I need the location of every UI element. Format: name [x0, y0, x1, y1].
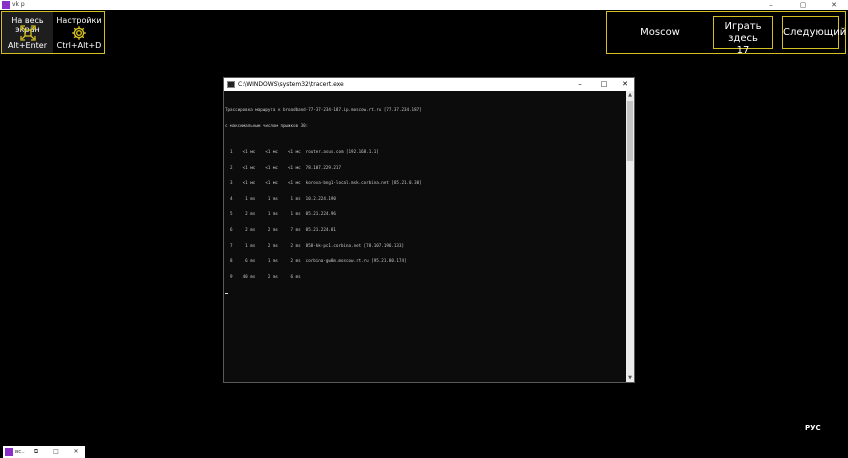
cmd-close-button[interactable]: ✕	[614, 78, 636, 91]
close-button[interactable]: ✕	[67, 446, 85, 458]
settings-hotkey: Ctrl+Alt+D	[56, 41, 102, 50]
app-logo-icon	[5, 448, 13, 456]
cmd-line: 3 <1 мс <1 мс <1 мс korova-bng1-local.ms…	[225, 180, 422, 186]
text-cursor	[225, 292, 228, 294]
cmd-output: Трассировка маршрута к broadband-77-37-2…	[224, 91, 626, 382]
toolbar-panel: На весь экран Alt+Enter Настройки Ctrl+A…	[1, 11, 105, 54]
play-here-button[interactable]: Играть здесь 17	[713, 16, 773, 56]
minimized-app[interactable]: вс.. ⧉ □ ✕	[3, 446, 85, 458]
server-city: Moscow	[640, 27, 680, 38]
cmd-line: 2 <1 мс <1 мс <1 мс 78.107.229.217	[225, 164, 341, 170]
minimized-app-title: вс..	[15, 449, 25, 455]
scroll-down-arrow-icon[interactable]: ▼	[626, 374, 634, 382]
gear-icon	[72, 26, 86, 40]
server-panel: Moscow Играть здесь 17 Следующий	[606, 11, 846, 56]
app-title-bar: vk p – ▢ ✕	[0, 0, 848, 10]
fullscreen-hotkey: Alt+Enter	[7, 41, 47, 50]
play-here-label: Играть здесь	[724, 21, 762, 44]
cmd-title-bar[interactable]: C:\WINDOWS\system32\tracert.exe – □ ✕	[224, 78, 634, 91]
cmd-maximize-button[interactable]: □	[593, 78, 615, 91]
cmd-line: 1 <1 мс <1 мс <1 мс router.asus.com [192…	[225, 149, 379, 155]
minimize-button[interactable]: –	[760, 0, 782, 10]
cmd-title: C:\WINDOWS\system32\tracert.exe	[238, 81, 344, 88]
settings-label: Настройки	[56, 16, 102, 25]
play-here-count: 17	[736, 45, 750, 56]
cmd-line	[225, 290, 626, 295]
cmd-line: 5 2 ms 1 ms 1 ms 85.21.224.96	[225, 211, 336, 217]
cmd-minimize-button[interactable]: –	[569, 78, 591, 91]
cmd-line: 6 2 ms 2 ms 7 ms 85.21.224.81	[225, 227, 336, 233]
cmd-icon	[227, 81, 235, 88]
cmd-line: 4 1 ms 1 ms 1 ms 10.2.224.190	[225, 195, 336, 201]
cmd-scrollbar[interactable]: ▲ ▼	[626, 91, 634, 382]
fullscreen-icon	[19, 25, 36, 41]
fullscreen-button[interactable]: На весь экран Alt+Enter	[2, 12, 53, 53]
cmd-window[interactable]: C:\WINDOWS\system32\tracert.exe – □ ✕ Тр…	[223, 77, 635, 383]
scroll-thumb[interactable]	[627, 101, 633, 161]
app-title: vk p	[12, 1, 25, 8]
cmd-line: с максимальным числом прыжков 30:	[225, 123, 309, 129]
maximize-button[interactable]: ▢	[792, 0, 814, 10]
settings-button[interactable]: Настройки Ctrl+Alt+D	[54, 12, 104, 53]
maximize-button[interactable]: □	[47, 446, 65, 458]
cmd-line: Трассировка маршрута к broadband-77-37-2…	[225, 107, 422, 113]
cmd-line: 8 6 ms 1 ms 2 ms corbina-gw8m.moscow.rt.…	[225, 258, 407, 264]
app-logo-icon	[2, 1, 10, 9]
next-button[interactable]: Следующий	[782, 16, 846, 49]
close-button[interactable]: ✕	[823, 0, 845, 10]
cmd-line: 9 40 ms 2 ms 6 ms	[225, 273, 306, 279]
cmd-line: 7 1 ms 2 ms 2 ms 858-kk-pc1.corbina.net …	[225, 242, 404, 248]
language-indicator[interactable]: РУС	[805, 424, 821, 432]
restore-button[interactable]: ⧉	[27, 446, 45, 458]
scroll-up-arrow-icon[interactable]: ▲	[626, 91, 634, 99]
